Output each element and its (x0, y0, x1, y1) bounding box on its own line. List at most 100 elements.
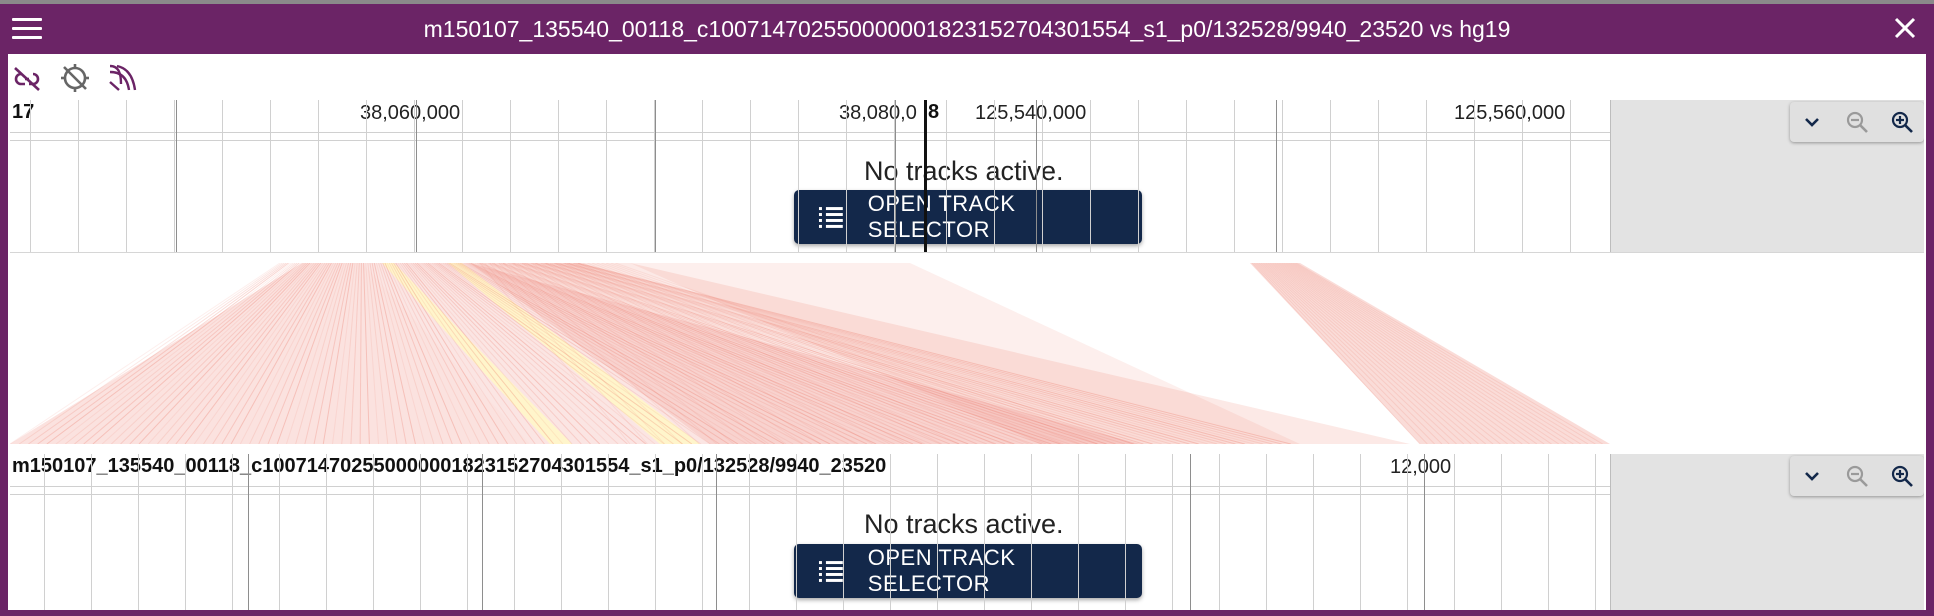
grid-line (232, 454, 233, 610)
synteny-svg (10, 263, 1610, 444)
grid-line (1454, 454, 1455, 610)
grid-line (798, 100, 799, 252)
grid-line-major (248, 454, 249, 610)
ref-name-label: m150107_135540_00118_c100714702550000001… (12, 455, 887, 477)
tick-label: 125,540,000 (975, 102, 1087, 124)
grid-line (1474, 100, 1475, 252)
chevron-down-icon[interactable] (1797, 107, 1827, 137)
right-border (1926, 54, 1934, 616)
grid-line (462, 100, 463, 252)
grid-line (1330, 100, 1331, 252)
grid-line (1090, 100, 1091, 252)
grid-line-major (895, 100, 896, 252)
link-off-icon[interactable] (10, 61, 44, 95)
grid-line (467, 454, 468, 610)
zoom-out-icon[interactable] (1842, 107, 1872, 137)
grid-line (1042, 100, 1043, 252)
grid-line (1186, 100, 1187, 252)
grid-line (78, 100, 79, 252)
tick-label: 38,060,000 (360, 102, 461, 124)
grid-line (750, 100, 751, 252)
grid-line (655, 454, 656, 610)
zoom-in-icon[interactable] (1887, 461, 1917, 491)
grid-line-major (716, 454, 717, 610)
grid-line (1078, 454, 1079, 610)
grid-line (702, 100, 703, 252)
grid-line (749, 454, 750, 610)
grid-line (1282, 100, 1283, 252)
grid-line (138, 454, 139, 610)
close-icon[interactable] (1890, 13, 1920, 43)
top-linear-genome-view: 17 8 38,060,000 38,080,0 125,540,000 125… (10, 100, 1924, 253)
synteny-line (1271, 263, 1501, 444)
grid-line (608, 454, 609, 610)
grid-line (510, 100, 511, 252)
bottom-linear-genome-view: m150107_135540_00118_c100714702550000001… (10, 454, 1924, 610)
synteny-line (1272, 263, 1508, 444)
zoom-out-icon[interactable] (1842, 461, 1872, 491)
grid-line (558, 100, 559, 252)
hamburger-menu-icon[interactable] (12, 18, 42, 40)
grid-line-major (655, 100, 656, 252)
grid-line (514, 454, 515, 610)
track-area-separator (10, 494, 1610, 495)
grid-line (796, 454, 797, 610)
no-tracks-message: No tracks active. (864, 509, 1064, 539)
region-divider (924, 100, 927, 252)
tick-label: 125,560,000 (1454, 102, 1566, 124)
grid-line (1595, 454, 1596, 610)
grid-line (984, 454, 985, 610)
grid-line (937, 454, 938, 610)
crosshair-off-icon[interactable] (58, 61, 92, 95)
grid-line (1031, 454, 1032, 610)
grid-line-major (1036, 100, 1037, 252)
grid-line-major (1276, 100, 1277, 252)
grid-line-major (176, 100, 177, 252)
grid-line (279, 454, 280, 610)
grid-line (1407, 454, 1408, 610)
curve-lines-icon[interactable] (106, 61, 140, 95)
grid-line (174, 100, 175, 252)
grid-line (326, 454, 327, 610)
grid-line (606, 100, 607, 252)
view-titlebar: m150107_135540_00118_c100714702550000001… (0, 4, 1934, 54)
open-track-selector-label: OPEN TRACK SELECTOR (867, 191, 1016, 242)
ruler-separator (10, 486, 1610, 487)
grid-line (994, 100, 995, 252)
chevron-down-icon[interactable] (1797, 461, 1827, 491)
linear-synteny-view: m150107_135540_00118_c100714702550000001… (0, 0, 1934, 616)
grid-line (126, 100, 127, 252)
grid-line (1501, 454, 1502, 610)
grid-line (1313, 454, 1314, 610)
synteny-track[interactable] (10, 263, 1924, 444)
grid-line (91, 454, 92, 610)
grid-line (1378, 100, 1379, 252)
top-ruler[interactable]: 17 8 38,060,000 38,080,0 125,540,000 125… (10, 100, 1924, 134)
tick-label: 38,080,0 (839, 102, 917, 124)
grid-line (44, 454, 45, 610)
grid-line (1548, 454, 1549, 610)
grid-line (185, 454, 186, 610)
synteny-toolbar (10, 58, 140, 98)
grid-line-major (1424, 454, 1425, 610)
open-track-selector-label: OPEN TRACK SELECTOR (867, 545, 1016, 596)
list-icon (818, 561, 843, 582)
grid-line (318, 100, 319, 252)
grid-line-major (416, 100, 417, 252)
grid-line-major (482, 454, 483, 610)
zoom-in-icon[interactable] (1887, 107, 1917, 137)
grid-line (366, 100, 367, 252)
left-border (0, 54, 8, 616)
grid-line (1522, 100, 1523, 252)
bottom-ruler[interactable]: m150107_135540_00118_c100714702550000001… (10, 454, 1924, 488)
open-track-selector-button[interactable]: OPEN TRACK SELECTOR (794, 544, 1142, 598)
zoom-controls (1790, 456, 1924, 496)
grid-line (373, 454, 374, 610)
grid-line (1360, 454, 1361, 610)
grid-line (270, 100, 271, 252)
track-area-separator (10, 140, 1610, 141)
grid-line (1266, 454, 1267, 610)
synteny-line (1269, 263, 1494, 444)
grid-line (420, 454, 421, 610)
grid-line (222, 100, 223, 252)
